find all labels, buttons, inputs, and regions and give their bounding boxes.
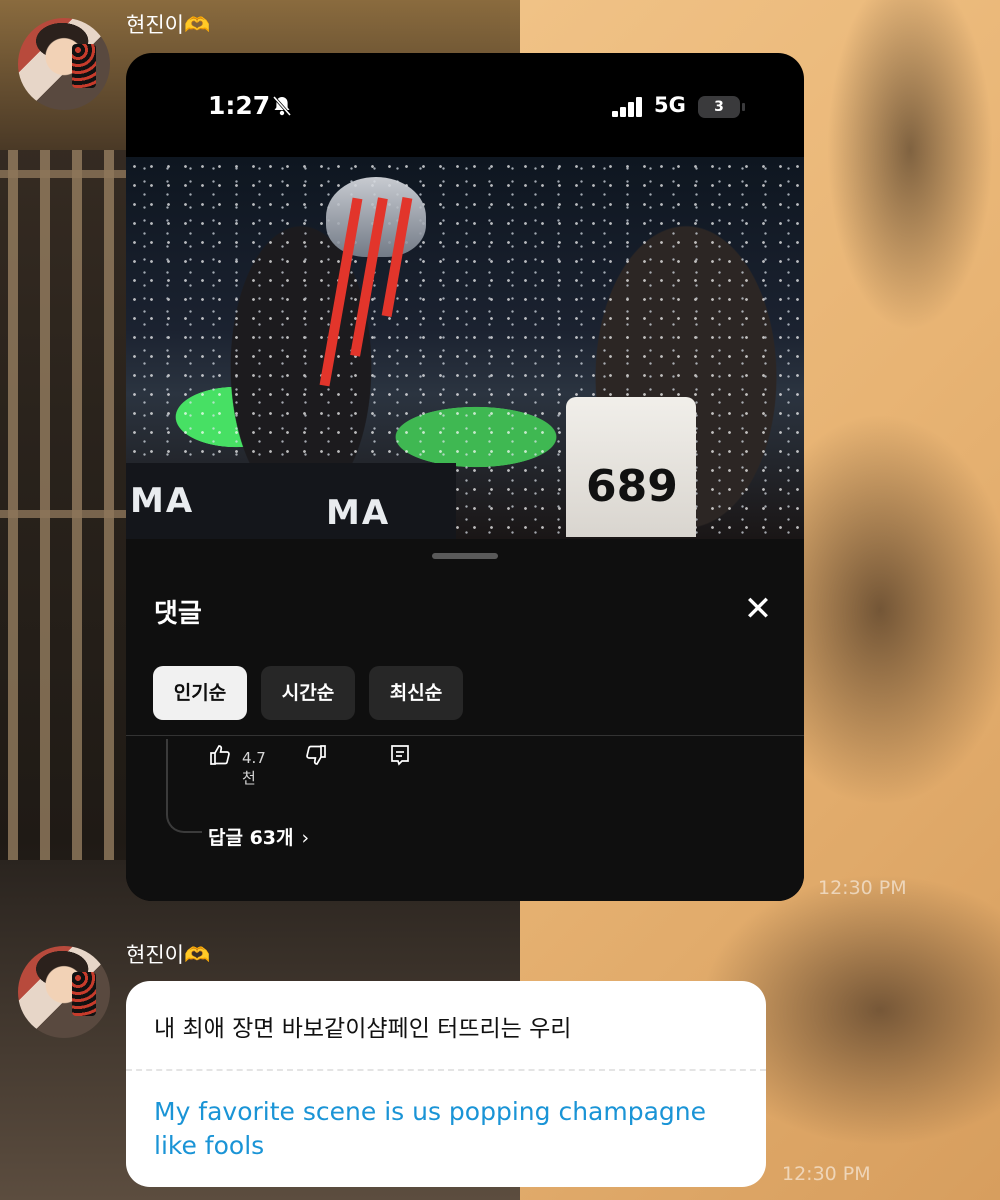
close-icon[interactable]: ✕ bbox=[738, 589, 778, 629]
stage-sign-text: MA bbox=[326, 493, 391, 533]
translation-separator bbox=[126, 1069, 766, 1071]
status-bar: 1:27 5G 3 bbox=[126, 53, 804, 157]
thumbs-down-icon[interactable] bbox=[304, 743, 328, 773]
message-text: 내 최애 장면 바보같이샴페인 터뜨리는 우리 bbox=[154, 1016, 572, 1042]
reply-icon[interactable] bbox=[388, 743, 412, 773]
battery-tip bbox=[742, 103, 745, 111]
stage-sign: MA MA bbox=[126, 463, 456, 539]
sender-name: 현진이🫶 bbox=[126, 9, 210, 39]
tab-newest[interactable]: 최신순 bbox=[369, 666, 463, 720]
text-message-bubble[interactable]: 내 최애 장면 바보같이샴페인 터뜨리는 우리 My favorite scen… bbox=[126, 981, 766, 1187]
sender-avatar[interactable] bbox=[18, 946, 110, 1038]
heart-hands-icon: 🫶 bbox=[183, 13, 211, 37]
avatar-phone-case bbox=[72, 44, 96, 88]
bell-slash-icon bbox=[272, 95, 292, 122]
chevron-right-icon: › bbox=[301, 827, 310, 849]
translated-text: My favorite scene is us popping champagn… bbox=[154, 1097, 706, 1160]
comments-panel: 댓글 ✕ 인기순 시간순 최신순 4.7천 답글 63개 › bbox=[126, 539, 804, 901]
like-count: 4.7천 bbox=[242, 749, 266, 787]
status-time: 1:27 bbox=[208, 91, 271, 120]
view-replies-link[interactable]: 답글 63개 › bbox=[208, 823, 309, 850]
thread-line bbox=[166, 739, 202, 833]
message-timestamp: 12:30 PM bbox=[818, 877, 907, 899]
background-railing bbox=[0, 150, 130, 870]
heart-hands-icon: 🫶 bbox=[183, 943, 211, 967]
drag-handle[interactable] bbox=[432, 553, 498, 559]
message-timestamp: 12:30 PM bbox=[782, 1163, 871, 1185]
sender-name: 현진이🫶 bbox=[126, 939, 210, 969]
sender-avatar[interactable] bbox=[18, 18, 110, 110]
video-frame[interactable]: 689 MA MA bbox=[126, 157, 804, 539]
jersey: 689 bbox=[566, 397, 696, 537]
jersey-number: 689 bbox=[586, 461, 678, 512]
replies-count-label: 답글 63개 bbox=[208, 827, 294, 849]
tab-popular[interactable]: 인기순 bbox=[153, 666, 247, 720]
sender-name-text: 현진이 bbox=[126, 13, 184, 37]
sender-name-text: 현진이 bbox=[126, 943, 184, 967]
tab-by-time[interactable]: 시간순 bbox=[261, 666, 355, 720]
thumbs-up-icon[interactable] bbox=[208, 743, 232, 773]
image-message[interactable]: 1:27 5G 3 689 MA MA 댓글 ✕ 인기순 시간순 최신순 4.7… bbox=[126, 53, 804, 901]
avatar-phone-case bbox=[72, 972, 96, 1016]
battery-indicator: 3 bbox=[698, 96, 740, 118]
comments-title: 댓글 bbox=[154, 599, 202, 629]
network-type: 5G bbox=[654, 93, 686, 117]
stage-sign-text: MA bbox=[130, 481, 195, 521]
divider bbox=[126, 735, 804, 736]
signal-bars-icon bbox=[612, 95, 646, 117]
